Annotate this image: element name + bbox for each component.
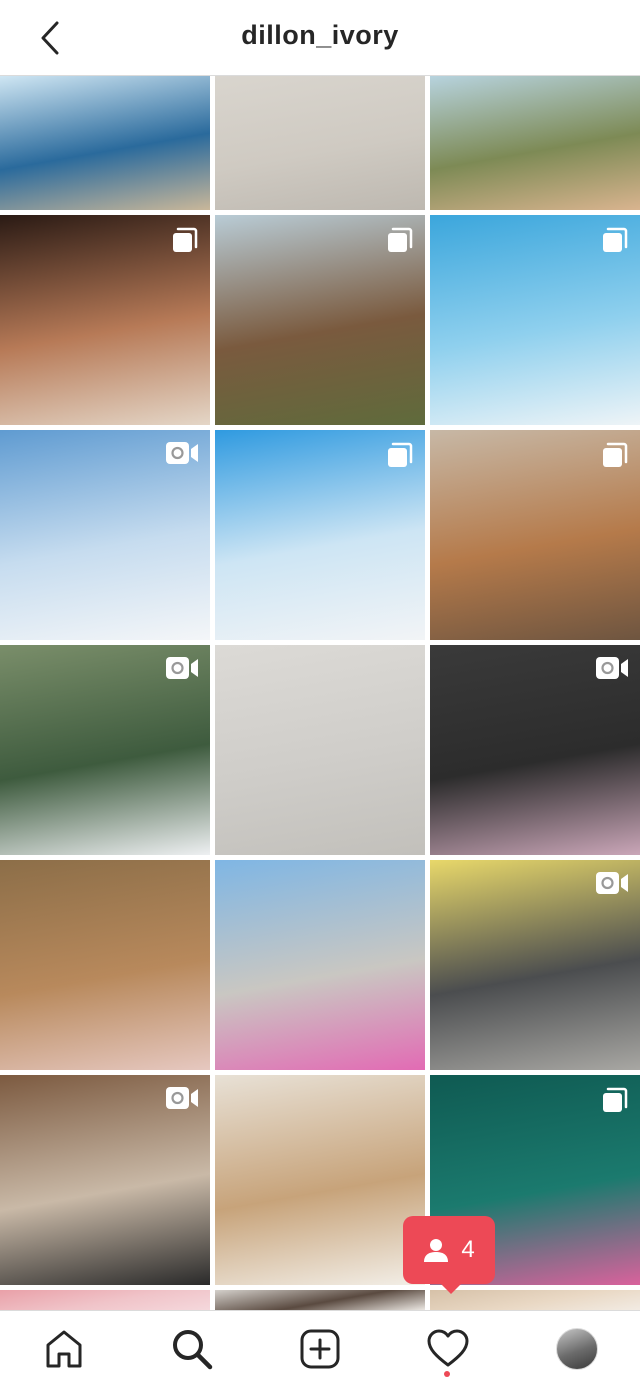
post-thumbnail[interactable] — [0, 76, 210, 210]
search-icon — [173, 1330, 213, 1370]
post-thumbnail[interactable] — [430, 430, 640, 640]
post-thumbnail[interactable] — [0, 860, 210, 1070]
post-thumbnail[interactable] — [430, 860, 640, 1070]
activity-indicator-dot — [444, 1371, 450, 1377]
post-thumbnail[interactable] — [430, 215, 640, 425]
post-thumbnail[interactable] — [0, 1290, 210, 1310]
video-badge-icon — [164, 1085, 200, 1116]
post-thumbnail[interactable] — [215, 860, 425, 1070]
bottom-tab-bar — [0, 1310, 640, 1386]
post-thumbnail[interactable] — [215, 1290, 425, 1310]
carousel-badge-icon — [600, 440, 630, 475]
notification-count: 4 — [461, 1236, 475, 1263]
carousel-badge-icon — [600, 1085, 630, 1120]
top-bar: dillon_ivory — [0, 0, 640, 76]
post-thumbnail[interactable] — [215, 645, 425, 855]
carousel-badge-icon — [170, 225, 200, 260]
home-icon — [46, 1330, 82, 1368]
post-thumbnail[interactable] — [215, 430, 425, 640]
post-thumbnail[interactable] — [0, 645, 210, 855]
post-grid — [0, 76, 640, 1310]
post-thumbnail[interactable] — [0, 215, 210, 425]
post-thumbnail[interactable] — [215, 215, 425, 425]
post-thumbnail[interactable] — [430, 76, 640, 210]
post-thumbnail[interactable] — [215, 1075, 425, 1285]
post-thumbnail[interactable] — [215, 76, 425, 210]
avatar — [556, 1328, 598, 1370]
plus-square-icon — [300, 1329, 340, 1369]
video-badge-icon — [164, 440, 200, 471]
heart-icon — [427, 1329, 469, 1367]
tab-new-post[interactable] — [296, 1325, 344, 1373]
tab-profile[interactable] — [553, 1325, 601, 1373]
post-thumbnail[interactable] — [430, 645, 640, 855]
tab-search[interactable] — [168, 1325, 216, 1373]
carousel-badge-icon — [385, 225, 415, 260]
tab-activity[interactable] — [424, 1325, 472, 1373]
video-badge-icon — [164, 655, 200, 686]
carousel-badge-icon — [600, 225, 630, 260]
page-title: dillon_ivory — [241, 20, 399, 50]
notification-toast[interactable]: 4 — [403, 1216, 495, 1294]
post-thumbnail[interactable] — [430, 1290, 640, 1310]
person-icon — [424, 1239, 449, 1262]
carousel-badge-icon — [385, 440, 415, 475]
video-badge-icon — [594, 870, 630, 901]
post-thumbnail[interactable] — [0, 430, 210, 640]
video-badge-icon — [594, 655, 630, 686]
tab-home[interactable] — [40, 1325, 88, 1373]
post-thumbnail[interactable] — [0, 1075, 210, 1285]
